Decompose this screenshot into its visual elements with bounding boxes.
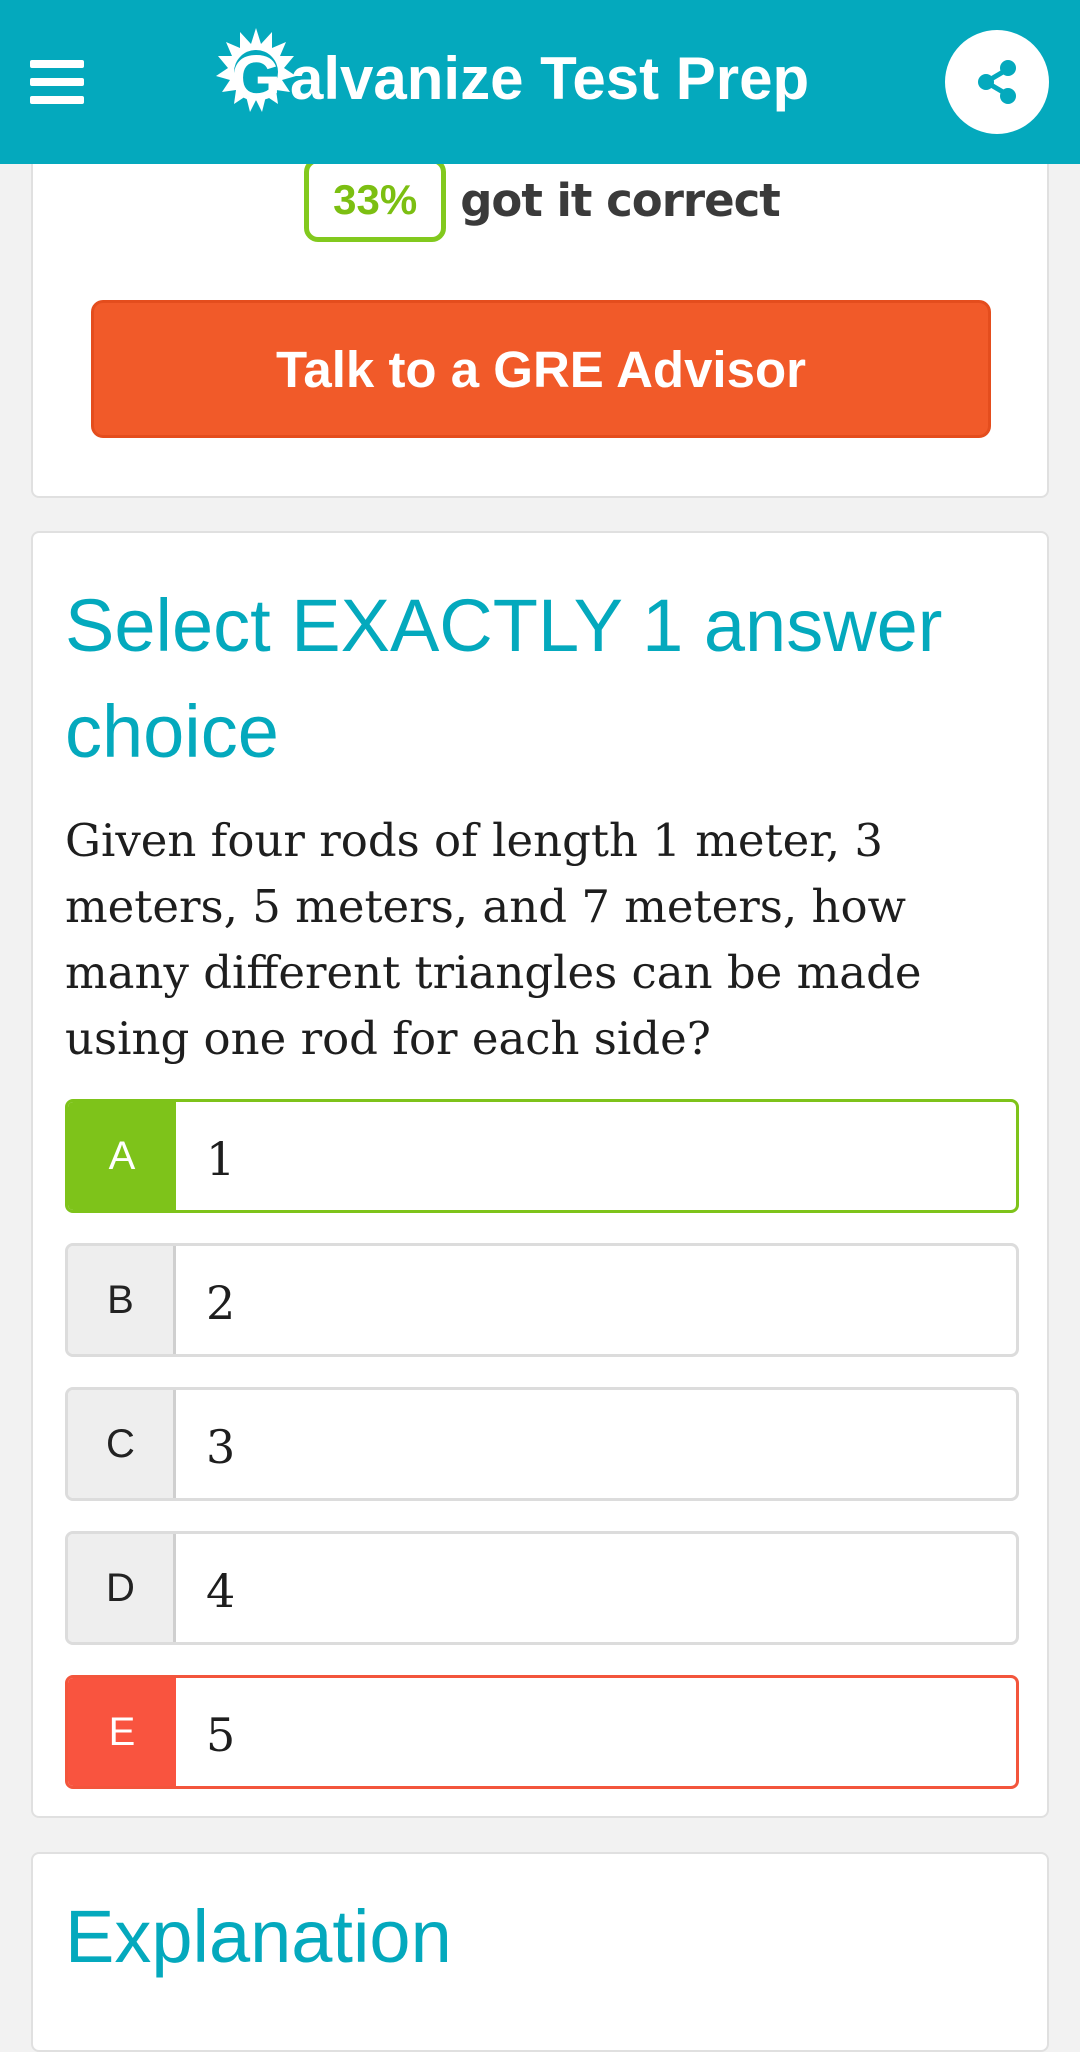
question-card: Select EXACTLY 1 answer choice Given fou…: [31, 531, 1049, 1818]
answer-choice-a[interactable]: A 1: [65, 1099, 1019, 1213]
choice-value: 1: [206, 1132, 236, 1186]
choice-value: 5: [206, 1708, 236, 1762]
answer-choice-d[interactable]: D 4: [65, 1531, 1019, 1645]
galvanize-sunburst-logo-icon: G: [216, 28, 296, 114]
question-instruction: Select EXACTLY 1 answer choice: [65, 584, 943, 773]
question-text: Given four rods of length 1 meter, 3 met…: [65, 814, 922, 1065]
talk-to-advisor-button[interactable]: Talk to a GRE Advisor: [91, 300, 991, 438]
choice-letter: E: [68, 1678, 176, 1786]
answer-choice-e[interactable]: E 5: [65, 1675, 1019, 1789]
choice-letter: B: [68, 1246, 176, 1354]
choice-value: 4: [206, 1564, 236, 1618]
correct-rate-row: 33% got it correct: [33, 158, 1051, 242]
explanation-card: Explanation: [31, 1852, 1049, 2052]
choice-value: 3: [206, 1420, 236, 1474]
choice-letter: C: [68, 1390, 176, 1498]
percent-correct-badge: 33%: [304, 158, 447, 242]
brand-name: alvanize Test Prep: [290, 44, 810, 112]
choice-letter: D: [68, 1534, 176, 1642]
share-button[interactable]: [945, 30, 1049, 134]
choice-letter: A: [68, 1102, 176, 1210]
percent-correct-label: got it correct: [460, 173, 781, 227]
answer-choice-c[interactable]: C 3: [65, 1387, 1019, 1501]
explanation-title: Explanation: [65, 1895, 452, 1978]
share-icon: [978, 60, 1016, 104]
brand-logo-letter: G: [231, 42, 281, 114]
choice-value: 2: [206, 1276, 236, 1330]
brand-logo[interactable]: G alvanize Test Prep: [214, 22, 809, 126]
hamburger-menu-icon[interactable]: [30, 60, 86, 104]
answer-choice-b[interactable]: B 2: [65, 1243, 1019, 1357]
app-header: G alvanize Test Prep: [0, 0, 1080, 164]
